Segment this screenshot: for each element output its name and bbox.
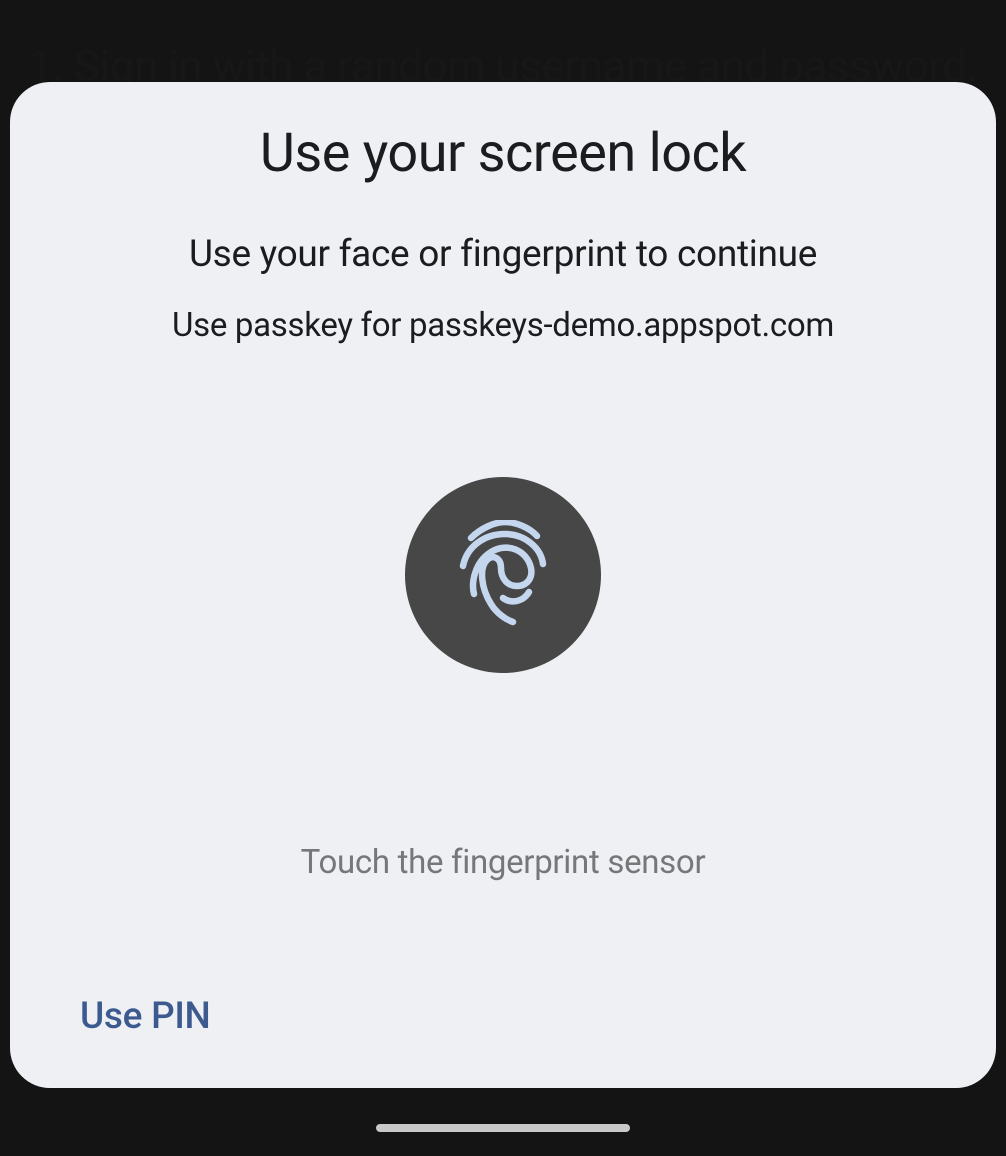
use-pin-button[interactable]: Use PIN xyxy=(78,989,213,1044)
passkey-caption: Use passkey for passkeys-demo.appspot.co… xyxy=(172,306,834,345)
fingerprint-sensor-target[interactable] xyxy=(405,477,601,673)
dialog-title: Use your screen lock xyxy=(260,122,746,185)
fingerprint-status-text: Touch the fingerprint sensor xyxy=(301,843,706,882)
dialog-subtitle: Use your face or fingerprint to continue xyxy=(189,233,817,276)
fingerprint-icon xyxy=(457,520,549,630)
alternate-method-row: Use PIN xyxy=(74,989,932,1044)
biometric-prompt-sheet: Use your screen lock Use your face or fi… xyxy=(10,82,996,1088)
navigation-home-handle[interactable] xyxy=(376,1124,630,1132)
